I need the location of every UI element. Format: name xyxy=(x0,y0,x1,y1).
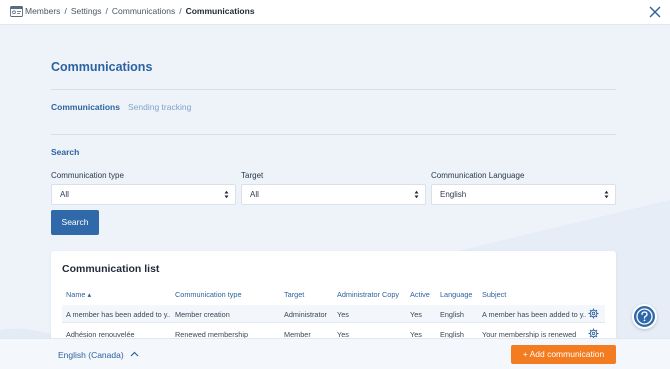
table-header: Name ▴ Communication type Target Adminis… xyxy=(62,287,605,303)
breadcrumb-settings[interactable]: Settings xyxy=(71,6,102,16)
communication-type-select[interactable]: All xyxy=(51,184,236,205)
target-select[interactable]: All xyxy=(241,184,426,205)
communication-language-label: Communication Language xyxy=(431,171,525,180)
communication-language-select[interactable]: English xyxy=(431,184,616,205)
top-bar: Members / Settings / Communications / Co… xyxy=(0,0,670,25)
column-header-active[interactable]: Active xyxy=(410,290,430,299)
communication-table: Name ▴ Communication type Target Adminis… xyxy=(62,287,605,343)
select-arrows-icon xyxy=(414,190,419,199)
id-card-icon[interactable] xyxy=(10,5,23,17)
breadcrumb-current: Communications xyxy=(185,6,255,16)
breadcrumb-members[interactable]: Members xyxy=(25,6,60,16)
help-button[interactable] xyxy=(632,304,657,329)
tab-sending-tracking[interactable]: Sending tracking xyxy=(128,102,191,112)
breadcrumb-separator: / xyxy=(179,6,182,16)
target-value: All xyxy=(250,190,259,199)
column-header-target[interactable]: Target xyxy=(284,290,304,299)
tab-communications[interactable]: Communications xyxy=(51,102,120,112)
cell-language: English xyxy=(440,310,464,319)
select-arrows-icon xyxy=(604,190,609,199)
column-header-subject[interactable]: Subject xyxy=(482,290,506,299)
bottom-bar: English (Canada) + Add communication xyxy=(0,338,670,369)
cell-active: Yes xyxy=(410,310,422,319)
cell-admin-copy: Yes xyxy=(337,310,349,319)
search-section-label: Search xyxy=(51,147,80,157)
column-header-language[interactable]: Language xyxy=(440,290,472,299)
page-title: Communications xyxy=(51,60,153,74)
communication-language-value: English xyxy=(440,190,467,199)
chevron-up-icon[interactable] xyxy=(130,350,139,358)
question-icon xyxy=(636,308,653,325)
breadcrumb: Members / Settings / Communications / Co… xyxy=(25,6,255,16)
cell-subject: A member has been added to y... xyxy=(482,310,586,319)
cell-name: A member has been added to y... xyxy=(66,310,170,319)
table-row[interactable]: A member has been added to y... Member c… xyxy=(62,305,605,323)
communication-type-value: All xyxy=(60,190,69,199)
breadcrumb-separator: / xyxy=(64,6,67,16)
close-icon[interactable] xyxy=(648,5,662,19)
column-header-type[interactable]: Communication type xyxy=(175,290,242,299)
gear-icon[interactable] xyxy=(588,308,599,319)
breadcrumb-separator: / xyxy=(105,6,108,16)
target-label: Target xyxy=(241,171,264,180)
select-arrows-icon xyxy=(224,190,229,199)
column-header-admin-copy[interactable]: Administrator Copy xyxy=(337,290,399,299)
divider xyxy=(51,134,616,135)
search-button[interactable]: Search xyxy=(51,210,99,235)
breadcrumb-communications[interactable]: Communications xyxy=(112,6,175,16)
language-switcher[interactable]: English (Canada) xyxy=(58,350,124,360)
cell-target: Administrator xyxy=(284,310,327,319)
divider xyxy=(51,89,616,90)
cell-type: Member creation xyxy=(175,310,230,319)
add-communication-button[interactable]: + Add communication xyxy=(511,345,616,364)
communication-list-title: Communication list xyxy=(62,263,160,275)
communication-type-label: Communication type xyxy=(51,171,124,180)
column-header-name[interactable]: Name ▴ xyxy=(66,290,91,299)
